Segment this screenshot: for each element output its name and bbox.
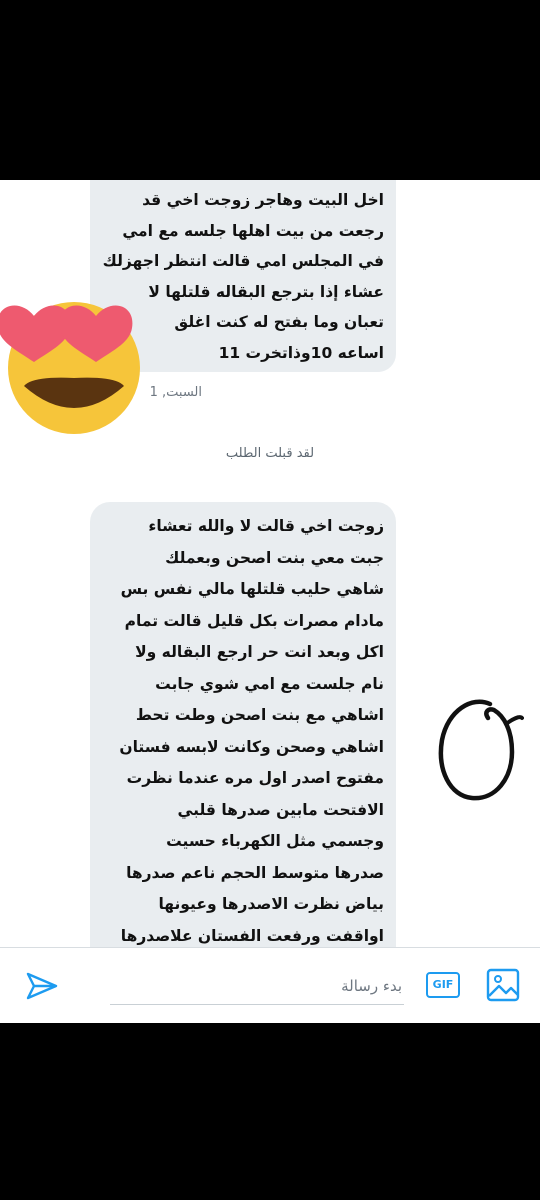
send-icon[interactable] bbox=[24, 968, 60, 1004]
system-notice: لقد قبلت الطلب bbox=[225, 446, 315, 461]
heart-eyes-emoji-icon bbox=[0, 302, 140, 434]
message-composer: GIF bbox=[0, 947, 540, 1023]
hand-drawn-zero-icon bbox=[438, 699, 524, 801]
image-icon[interactable] bbox=[486, 968, 520, 1002]
gif-button[interactable]: GIF bbox=[426, 972, 460, 998]
message-input[interactable] bbox=[110, 968, 404, 1005]
message-timestamp: السبت, 1 bbox=[149, 385, 202, 400]
message-bubble[interactable]: زوجت اخي قالت لا والله تعشاء جبت معي بنت… bbox=[90, 502, 396, 976]
dm-conversation: اخل البيت وهاجر زوجت اخي قد رجعت من بيت … bbox=[0, 180, 540, 1023]
